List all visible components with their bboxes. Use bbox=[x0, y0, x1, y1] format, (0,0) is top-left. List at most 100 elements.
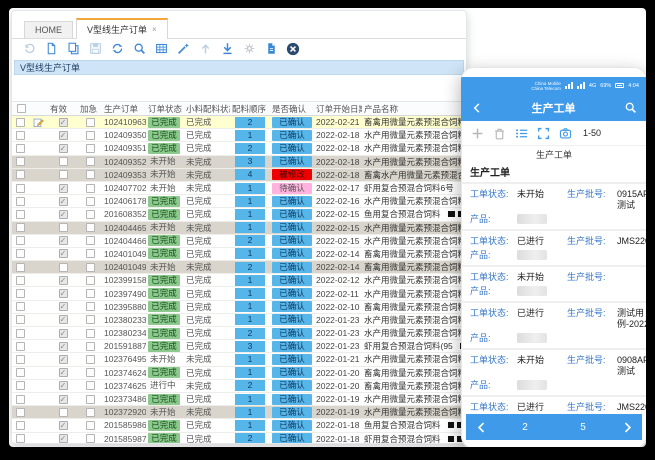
table-row[interactable]: 102404466 已完成 已完成 2 已确认 2022-02-15 水产用微量… bbox=[12, 235, 466, 248]
valid-checkbox[interactable] bbox=[59, 249, 68, 258]
table-row[interactable]: 102395880 已完成 已完成 1 已确认 2022-02-10 畜禽用微量… bbox=[12, 301, 466, 314]
table-view-icon[interactable] bbox=[154, 42, 168, 56]
urgent-checkbox[interactable] bbox=[86, 342, 95, 351]
row-checkbox[interactable] bbox=[16, 170, 25, 179]
urgent-checkbox[interactable] bbox=[86, 197, 95, 206]
urgent-checkbox[interactable] bbox=[86, 118, 95, 127]
arrow-down-icon[interactable] bbox=[220, 42, 234, 56]
table-row[interactable]: 102380234 已完成 已完成 2 已确认 2022-01-23 水产用微量… bbox=[12, 327, 466, 340]
row-checkbox[interactable] bbox=[16, 368, 25, 377]
copy-icon[interactable] bbox=[66, 42, 80, 56]
valid-checkbox[interactable] bbox=[59, 329, 68, 338]
work-order-item[interactable]: 工单状态: 已进行 生产批号: 测试用例-20220908 产品: bbox=[461, 301, 646, 348]
work-order-item[interactable]: 工单状态: 未开始 生产批号: 产品: bbox=[461, 265, 646, 301]
row-checkbox[interactable] bbox=[16, 395, 25, 404]
table-row[interactable]: 102406178 已完成 已完成 1 已确认 2022-02-16 水产用微量… bbox=[12, 195, 466, 208]
next-page-chevron-icon[interactable] bbox=[612, 414, 642, 440]
table-row[interactable]: 201585986 已完成 已完成 1 已确认 2022-01-18 鱼用复合预… bbox=[12, 419, 466, 432]
valid-checkbox[interactable] bbox=[59, 315, 68, 324]
table-row[interactable]: 102407702 未开始 未完成 1 待确认 2022-02-17 虾用复合预… bbox=[12, 182, 466, 195]
header-material-status[interactable]: 小料配料状态 bbox=[184, 103, 230, 115]
valid-checkbox[interactable] bbox=[59, 223, 68, 232]
row-checkbox[interactable] bbox=[16, 131, 25, 140]
table-row[interactable]: 102410963 已完成 已完成 2 已确认 2022-02-21 畜禽用微量… bbox=[12, 116, 466, 129]
valid-checkbox[interactable] bbox=[59, 197, 68, 206]
row-checkbox[interactable] bbox=[16, 381, 25, 390]
row-checkbox[interactable] bbox=[16, 329, 25, 338]
tab-close-icon[interactable]: × bbox=[152, 25, 157, 34]
work-order-item[interactable]: 工单状态: 未开始 生产批号: 0915APP测试 产品: bbox=[461, 182, 646, 229]
refresh-icon[interactable] bbox=[110, 42, 124, 56]
header-start-date[interactable]: 订单开始日期 bbox=[314, 103, 362, 115]
valid-checkbox[interactable] bbox=[59, 131, 68, 140]
table-row[interactable]: 102374625 进行中 未完成 2 已确认 2022-01-20 畜禽用微量… bbox=[12, 380, 466, 393]
row-checkbox[interactable] bbox=[16, 144, 25, 153]
save-icon[interactable] bbox=[88, 42, 102, 56]
urgent-checkbox[interactable] bbox=[86, 329, 95, 338]
header-sequence[interactable]: 配料顺序 bbox=[230, 103, 270, 115]
urgent-checkbox[interactable] bbox=[86, 210, 95, 219]
header-valid[interactable]: 有效 bbox=[48, 103, 78, 115]
urgent-checkbox[interactable] bbox=[86, 170, 95, 179]
camera-icon[interactable] bbox=[559, 127, 572, 140]
row-checkbox[interactable] bbox=[16, 342, 25, 351]
row-checkbox[interactable] bbox=[16, 184, 25, 193]
valid-checkbox[interactable] bbox=[59, 118, 68, 127]
row-checkbox[interactable] bbox=[16, 197, 25, 206]
valid-checkbox[interactable] bbox=[59, 381, 68, 390]
valid-checkbox[interactable] bbox=[59, 368, 68, 377]
valid-checkbox[interactable] bbox=[59, 355, 68, 364]
urgent-checkbox[interactable] bbox=[86, 368, 95, 377]
row-checkbox[interactable] bbox=[16, 315, 25, 324]
urgent-checkbox[interactable] bbox=[86, 421, 95, 430]
valid-checkbox[interactable] bbox=[59, 289, 68, 298]
back-chevron-icon[interactable] bbox=[471, 102, 483, 114]
list-view-icon[interactable] bbox=[515, 127, 528, 140]
undo-icon[interactable] bbox=[22, 42, 36, 56]
table-row[interactable]: 102374624 已完成 已完成 1 已确认 2022-01-20 畜禽用微量… bbox=[12, 367, 466, 380]
export-document-icon[interactable] bbox=[264, 42, 278, 56]
valid-checkbox[interactable] bbox=[59, 236, 68, 245]
table-row[interactable]: 102409351 已完成 已完成 2 已确认 2022-02-18 水产用微量… bbox=[12, 142, 466, 155]
header-product-name[interactable]: 产品名称 bbox=[362, 103, 466, 115]
table-row[interactable]: 102397490 已完成 已完成 1 已确认 2022-02-11 水产用微量… bbox=[12, 287, 466, 300]
valid-checkbox[interactable] bbox=[59, 210, 68, 219]
new-document-icon[interactable] bbox=[44, 42, 58, 56]
urgent-checkbox[interactable] bbox=[86, 276, 95, 285]
valid-checkbox[interactable] bbox=[59, 421, 68, 430]
magic-wand-icon[interactable] bbox=[176, 42, 190, 56]
table-row[interactable]: 102401049 未开始 未完成 2 已确认 2022-02-14 畜禽用微量… bbox=[12, 261, 466, 274]
header-urgent[interactable]: 加急 bbox=[78, 103, 102, 115]
row-checkbox[interactable] bbox=[16, 355, 25, 364]
arrow-up-icon[interactable] bbox=[198, 42, 212, 56]
urgent-checkbox[interactable] bbox=[86, 355, 95, 364]
valid-checkbox[interactable] bbox=[59, 184, 68, 193]
settings-gear-icon[interactable] bbox=[242, 42, 256, 56]
urgent-checkbox[interactable] bbox=[86, 131, 95, 140]
table-row[interactable]: 102409352 未开始 未完成 3 已确认 2022-02-18 水产用微量… bbox=[12, 156, 466, 169]
valid-checkbox[interactable] bbox=[59, 144, 68, 153]
valid-checkbox[interactable] bbox=[59, 434, 68, 443]
work-order-item[interactable]: 工单状态: 已进行 生产批号: JMS220804 产品: bbox=[461, 395, 646, 414]
row-checkbox[interactable] bbox=[16, 434, 25, 443]
row-checkbox[interactable] bbox=[16, 249, 25, 258]
close-circle-icon[interactable] bbox=[286, 42, 300, 56]
urgent-checkbox[interactable] bbox=[86, 302, 95, 311]
row-checkbox[interactable] bbox=[16, 236, 25, 245]
tab-home[interactable]: HOME bbox=[24, 21, 73, 38]
row-checkbox[interactable] bbox=[16, 223, 25, 232]
add-icon[interactable] bbox=[471, 127, 484, 140]
table-row[interactable]: 102409350 已完成 已完成 1 已确认 2022-02-18 水产用微量… bbox=[12, 129, 466, 142]
urgent-checkbox[interactable] bbox=[86, 223, 95, 232]
table-row[interactable]: 102380233 已完成 已完成 1 已确认 2022-01-23 水产用微量… bbox=[12, 314, 466, 327]
header-order[interactable]: 生产订单 bbox=[102, 103, 146, 115]
table-row[interactable]: 102409353 未开始 未完成 4 被修改 2022-02-18 畜禽水产用… bbox=[12, 169, 466, 182]
valid-checkbox[interactable] bbox=[59, 157, 68, 166]
urgent-checkbox[interactable] bbox=[86, 395, 95, 404]
row-checkbox[interactable] bbox=[16, 263, 25, 272]
urgent-checkbox[interactable] bbox=[86, 236, 95, 245]
table-row[interactable]: 201585987 已完成 已完成 2 已确认 2022-01-18 虾用复合预… bbox=[12, 433, 466, 445]
prev-page-chevron-icon[interactable] bbox=[466, 414, 496, 440]
valid-checkbox[interactable] bbox=[59, 408, 68, 417]
table-row[interactable]: 102404465 未开始 未完成 1 已确认 2022-02-15 水产用微量… bbox=[12, 222, 466, 235]
